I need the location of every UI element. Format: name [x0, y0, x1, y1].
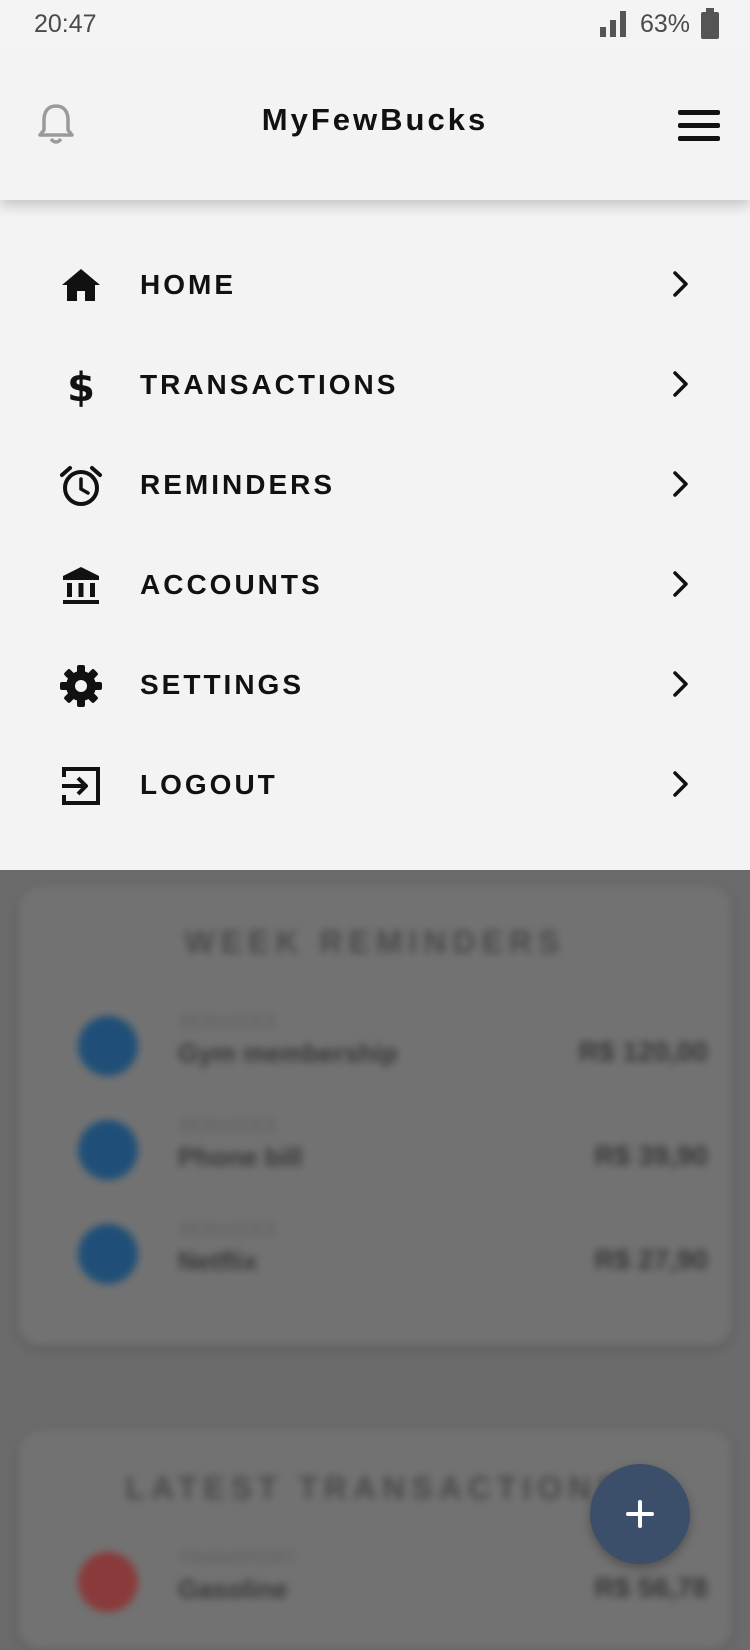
menu-item-reminders[interactable]: REMINDERS — [0, 436, 750, 536]
alarm-clock-icon — [58, 463, 104, 509]
list-item: SERVICES Phone bill R$ 39,90 — [58, 1110, 708, 1190]
menu-item-label: LOGOUT — [140, 769, 278, 800]
menu-item-settings[interactable]: SETTINGS — [0, 636, 750, 736]
chevron-right-icon — [672, 370, 690, 403]
wrench-icon — [78, 1016, 138, 1076]
plus-icon — [626, 1500, 654, 1528]
menu-item-label: HOME — [140, 269, 236, 300]
signal-icon — [599, 11, 626, 37]
app-header: MyFewBucks — [0, 50, 750, 200]
chevron-right-icon — [672, 570, 690, 603]
chevron-right-icon — [672, 770, 690, 803]
status-time: 20:47 — [34, 10, 97, 38]
bank-icon — [58, 563, 104, 609]
battery-icon — [701, 8, 719, 39]
app-title: MyFewBucks — [261, 102, 489, 137]
menu-item-label: REMINDERS — [140, 469, 336, 500]
chevron-right-icon — [672, 470, 690, 503]
list-item: SERVICES Netflix R$ 27,90 — [58, 1214, 708, 1294]
week-reminders-card: WEEK REMINDERS SERVICES Gym membership R… — [18, 886, 732, 1346]
chevron-right-icon — [672, 670, 690, 703]
battery-percent: 63% — [639, 9, 690, 38]
wrench-icon — [78, 1120, 138, 1180]
navigation-drawer: HOME $ TRANSACTIONS REMINDERS ACCOUNTS S… — [0, 200, 750, 870]
chevron-right-icon — [672, 270, 690, 303]
hamburger-menu-icon[interactable] — [678, 108, 720, 147]
status-bar: 20:47 63% — [0, 0, 750, 50]
menu-item-label: TRANSACTIONS — [140, 369, 399, 400]
card-title: WEEK REMINDERS — [184, 924, 566, 960]
logout-icon — [58, 763, 104, 809]
svg-text:$: $ — [67, 365, 95, 409]
add-button[interactable] — [590, 1464, 690, 1564]
status-indicators: 63% — [598, 8, 720, 40]
car-icon — [78, 1552, 138, 1612]
menu-item-label: ACCOUNTS — [140, 569, 323, 600]
menu-item-logout[interactable]: LOGOUT — [0, 736, 750, 836]
menu-item-home[interactable]: HOME — [0, 236, 750, 336]
wrench-icon — [78, 1224, 138, 1284]
home-icon — [58, 263, 104, 309]
list-item: SERVICES Gym membership R$ 120,00 — [58, 1006, 708, 1086]
menu-item-transactions[interactable]: $ TRANSACTIONS — [0, 336, 750, 436]
menu-item-label: SETTINGS — [140, 669, 305, 700]
menu-item-accounts[interactable]: ACCOUNTS — [0, 536, 750, 636]
dollar-icon: $ — [58, 363, 104, 411]
gear-icon — [58, 663, 104, 709]
